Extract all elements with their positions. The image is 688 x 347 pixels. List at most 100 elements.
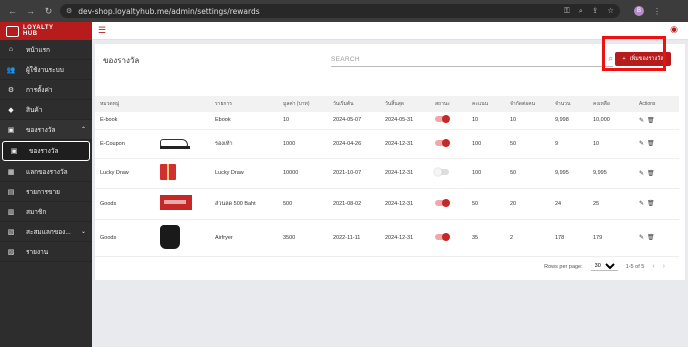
cell-end: 2024-05-31 xyxy=(380,112,430,130)
sidebar-item-reports[interactable]: ▨ รายงาน xyxy=(0,242,92,262)
forward-icon[interactable]: → xyxy=(25,6,36,16)
cell-actions: ✎ 🗑 xyxy=(634,158,679,189)
brand-logo[interactable]: LOYALTY HUB xyxy=(0,22,92,40)
site-info-icon[interactable]: ⚙ xyxy=(66,7,72,15)
status-toggle[interactable] xyxy=(435,138,450,147)
status-toggle[interactable] xyxy=(434,168,449,176)
chevron-right-icon[interactable]: › xyxy=(663,263,665,270)
reload-icon[interactable]: ↻ xyxy=(43,6,54,17)
cell-remaining: 25 xyxy=(588,188,634,220)
cell-remaining: 10 xyxy=(588,129,634,159)
cell-actions: ✎ 🗑 xyxy=(634,129,679,159)
cell-category: Goods xyxy=(95,219,155,257)
edit-icon[interactable]: ✎ xyxy=(639,171,644,177)
chevron-left-icon[interactable]: ‹ xyxy=(652,263,654,270)
edit-icon[interactable]: ✎ xyxy=(639,118,644,124)
member-card-icon: ▥ xyxy=(7,208,15,216)
col-value[interactable]: มูลค่า (บาท) xyxy=(278,96,328,112)
cell-start: 2024-05-07 xyxy=(328,112,380,130)
sidebar-item-redeem-rewards[interactable]: ▦ แลกของรางวัล xyxy=(0,162,92,182)
col-category[interactable]: หมวดหมู่ xyxy=(95,96,155,112)
cell-value: 10 xyxy=(278,112,328,130)
cell-limit: 10 xyxy=(505,112,550,130)
page-range: 1-5 of 5 xyxy=(625,263,645,270)
sidebar-item-members[interactable]: ▥ สมาชิก xyxy=(0,202,92,222)
report-icon: ▨ xyxy=(7,248,15,256)
browser-toolbar: ← → ↻ ⚙ dev-shop.loyaltyhub.me/admin/set… xyxy=(0,0,688,22)
cell-status xyxy=(430,129,467,159)
app-topbar: ☰ ◉ xyxy=(92,22,688,40)
sidebar-item-home[interactable]: ⌂ หน้าแรก xyxy=(0,40,92,60)
hamburger-menu-icon[interactable]: ☰ xyxy=(98,25,106,36)
delete-icon[interactable]: 🗑 xyxy=(647,201,655,207)
chevron-up-icon: ⌃ xyxy=(80,127,86,133)
col-end-date[interactable]: วันสิ้นสุด xyxy=(380,96,430,112)
sidebar-item-products[interactable]: ◆ สินค้า xyxy=(0,100,92,120)
edit-icon[interactable]: ✎ xyxy=(639,201,644,207)
airfryer-thumbnail xyxy=(160,224,180,249)
tag-icon: ◆ xyxy=(8,106,14,114)
cell-end: 2024-12-31 xyxy=(380,129,430,159)
bookmark-star-icon[interactable]: ☆ xyxy=(607,6,614,16)
profile-avatar[interactable]: B xyxy=(634,6,644,16)
sidebar-item-collect-redeem[interactable]: ▧ สะสมแลกของ... ⌄ xyxy=(0,222,92,242)
edit-icon[interactable]: ✎ xyxy=(639,235,644,241)
page-title: ของรางวัล xyxy=(103,56,140,65)
zoom-icon[interactable]: ⌕ xyxy=(579,6,583,16)
users-icon: 👥 xyxy=(6,66,16,74)
sidebar-item-sales[interactable]: ▤ รายการขาย xyxy=(0,182,92,202)
url-text: dev-shop.loyaltyhub.me/admin/settings/re… xyxy=(78,6,260,16)
sidebar-subitem-rewards[interactable]: ▣ ของรางวัล xyxy=(2,141,90,161)
cell-start: 2022-11-11 xyxy=(328,219,380,257)
cell-start: 2021-08-02 xyxy=(328,188,380,220)
cell-status xyxy=(430,112,467,130)
status-toggle[interactable] xyxy=(435,232,450,241)
col-start-date[interactable]: วันเริ่มต้น xyxy=(328,96,380,112)
status-toggle[interactable] xyxy=(435,198,450,207)
col-status[interactable]: สถานะ xyxy=(430,96,467,112)
cell-category: E-book xyxy=(95,112,155,130)
account-circle-icon[interactable]: ◉ xyxy=(670,24,678,35)
sidebar-item-users[interactable]: 👥 ผู้ใช้งานระบบ xyxy=(0,60,92,80)
table-row: Lucky Draw Lucky Draw 10000 2021-10-07 2… xyxy=(95,158,679,189)
cell-points: 10 xyxy=(467,112,505,130)
cell-actions: ✎ 🗑 xyxy=(634,219,679,257)
home-icon: ⌂ xyxy=(8,46,14,53)
col-remaining[interactable]: คงเหลือ xyxy=(588,96,634,112)
cell-actions: ✎ 🗑 xyxy=(634,188,679,220)
status-toggle[interactable] xyxy=(435,115,450,124)
exchange-icon: ▧ xyxy=(7,228,15,236)
browser-menu-icon[interactable]: ⋮ xyxy=(653,7,661,16)
cell-item: Airfryer xyxy=(210,219,278,257)
gear-icon: ⚙ xyxy=(7,86,15,94)
cell-value: 500 xyxy=(278,188,328,220)
edit-icon[interactable]: ✎ xyxy=(639,141,644,147)
password-key-icon[interactable]: ⚿ xyxy=(564,6,570,16)
pagination: Rows per page: 30 1-5 of 5 ‹ › xyxy=(544,262,665,271)
gift-icon: ▣ xyxy=(10,148,18,155)
sidebar: LOYALTY HUB ⌂ หน้าแรก 👥 ผู้ใช้งานระบบ ⚙ … xyxy=(0,22,92,347)
cell-item: Lucky Draw xyxy=(210,158,278,189)
delete-icon[interactable]: 🗑 xyxy=(647,235,655,241)
col-quantity[interactable]: จำนวน xyxy=(550,96,588,112)
col-limit[interactable]: จำกัดต่อคน xyxy=(505,96,550,112)
cell-quantity: 24 xyxy=(550,188,588,220)
sidebar-item-settings[interactable]: ⚙ การตั้งค่า xyxy=(0,80,92,100)
back-icon[interactable]: ← xyxy=(7,6,18,16)
cell-quantity: 9,998 xyxy=(550,112,588,130)
cell-status xyxy=(430,188,467,220)
address-bar[interactable]: ⚙ dev-shop.loyaltyhub.me/admin/settings/… xyxy=(60,4,620,18)
cell-remaining: 179 xyxy=(588,219,634,257)
col-points[interactable]: คะแนน xyxy=(467,96,505,112)
delete-icon[interactable]: 🗑 xyxy=(647,171,655,177)
search-placeholder: SEARCH xyxy=(331,56,360,63)
col-item[interactable]: รายการ xyxy=(210,96,278,112)
cell-quantity: 9,995 xyxy=(550,158,588,189)
delete-icon[interactable]: 🗑 xyxy=(647,141,655,147)
cell-image xyxy=(155,188,210,220)
share-icon[interactable]: ⇪ xyxy=(592,6,598,16)
rows-per-page-select[interactable]: 30 xyxy=(590,262,618,271)
sidebar-item-rewards[interactable]: ▣ ของรางวัล ⌃ xyxy=(0,120,92,140)
search-input[interactable]: SEARCH ⌕ xyxy=(331,53,613,67)
delete-icon[interactable]: 🗑 xyxy=(647,118,655,124)
